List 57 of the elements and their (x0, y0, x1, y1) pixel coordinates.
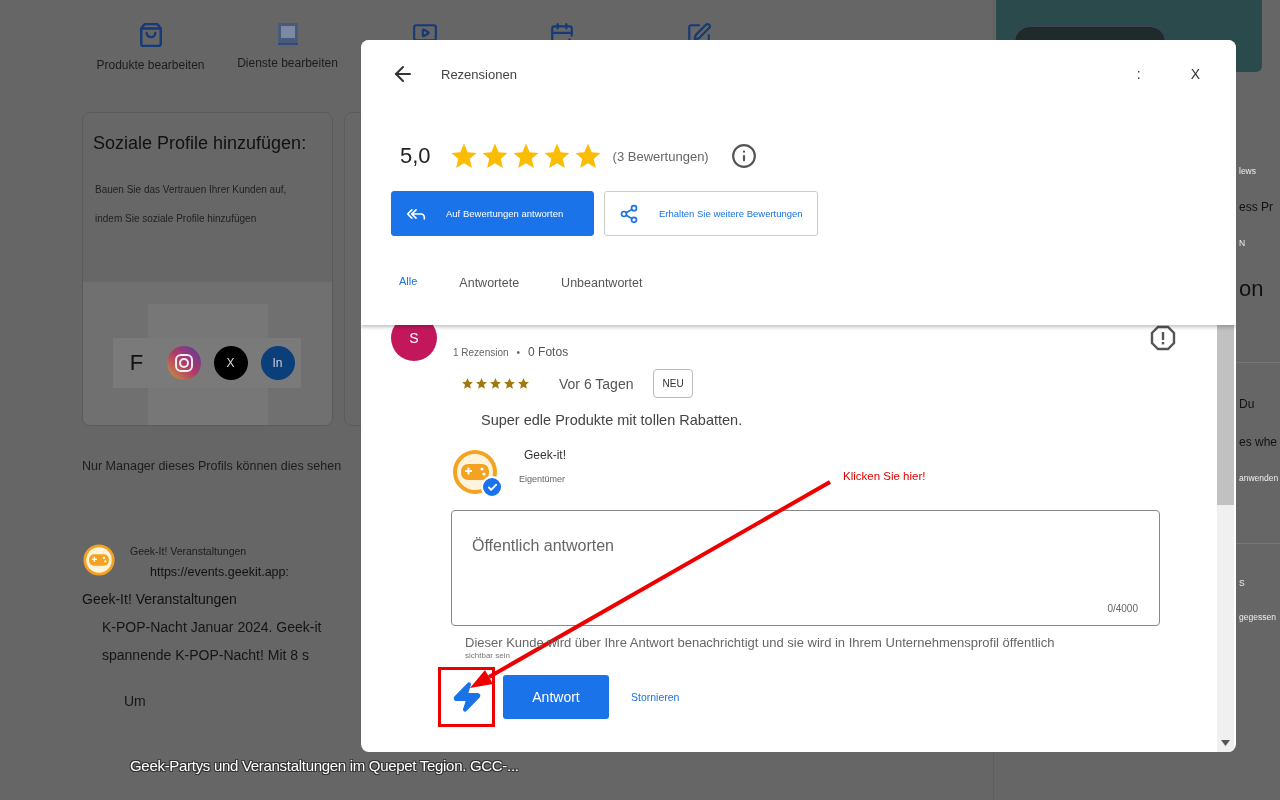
card-text: indem Sie soziale Profile hinzufügen (95, 213, 258, 224)
book-icon[interactable] (276, 22, 299, 46)
post-author: Geek-It! Veranstaltungen (130, 545, 248, 557)
linkedin-icon[interactable]: In (260, 346, 295, 380)
scroll-down-icon[interactable] (1221, 740, 1230, 746)
review-count: 1 Rezension (453, 346, 509, 358)
reply-reviews-button[interactable]: Auf Bewertungen antworten (391, 191, 594, 236)
filter-tab[interactable]: Unbeantwortet (561, 276, 643, 290)
side-text: anwenden (1238, 473, 1280, 483)
facebook-icon[interactable]: F (119, 346, 154, 380)
owner-name: Geek-it! (524, 448, 566, 462)
new-badge: NEU (653, 369, 693, 398)
reply-button[interactable]: Antwort (503, 675, 609, 719)
cancel-link[interactable]: Stornieren (631, 691, 680, 703)
post-text: Um (124, 693, 146, 709)
post-text: spannende K-POP-Nacht! Mit 8 s (102, 647, 309, 663)
side-text: on (1238, 276, 1265, 302)
instagram-icon[interactable] (166, 346, 201, 380)
close-button[interactable]: X (1190, 66, 1200, 82)
manager-note: Nur Manager dieses Profils können dies sehen (82, 459, 343, 473)
owner-role: Eigentümer (519, 474, 566, 484)
gamepad-avatar (82, 543, 116, 577)
share-icon (619, 203, 639, 224)
side-text: N (1238, 238, 1247, 248)
char-counter: 0/4000 (1107, 603, 1138, 614)
scrollbar[interactable] (1217, 325, 1234, 752)
separator-dot: • (516, 346, 521, 358)
action-label[interactable]: Produkte bearbeiten (96, 58, 205, 72)
side-text: ess Pr (1238, 200, 1274, 214)
menu-button[interactable]: : (1136, 66, 1141, 82)
side-text: gegessen (1238, 612, 1277, 622)
x-icon[interactable]: X (213, 346, 248, 380)
photo-count: 0 Fotos (528, 345, 569, 359)
rating-count: (3 Bewertungen) (612, 148, 709, 164)
side-text: es whe (1238, 435, 1279, 449)
reply-note: sichtbar sein (465, 651, 511, 660)
action-label[interactable]: Dienste bearbeiten (237, 56, 338, 70)
caption-text: Geek-Partys und Veranstaltungen im Quepet Tegion. GCC-... (130, 757, 519, 774)
card-title: Soziale Profile hinzufügen: (93, 133, 308, 154)
post-title: Geek-It! Veranstaltungen (82, 591, 238, 607)
card-text: Bauen Sie das Vertrauen Ihrer Kunden auf, (95, 184, 288, 195)
callout-text: Klicken Sie hier! (843, 470, 926, 482)
rating-value: 5,0 (400, 143, 431, 169)
post-link[interactable]: https://events.geekit.app: (150, 565, 289, 579)
side-text: Du (1238, 397, 1256, 411)
info-icon[interactable] (730, 143, 757, 169)
dialog-title: Rezensionen (441, 66, 517, 82)
side-text: lews (1238, 166, 1257, 176)
review-age: Vor 6 Tagen (559, 375, 634, 392)
lightning-button[interactable] (438, 667, 495, 727)
review-text: Super edle Produkte mit tollen Rabatten. (481, 412, 744, 428)
filter-tab[interactable]: Antwortete (459, 276, 520, 290)
get-reviews-button[interactable]: Erhalten Sie weitere Bewertungen (604, 191, 818, 236)
filter-tab[interactable]: Alle (399, 274, 418, 288)
post-text: K-POP-Nacht Januar 2024. Geek-it (102, 619, 322, 635)
side-text: S (1238, 578, 1246, 588)
reply-note: Dieser Kunde wird über Ihre Antwort benachrichtigt und sie wird in Ihrem Unternehmensprofil öffentlich (465, 635, 1056, 650)
